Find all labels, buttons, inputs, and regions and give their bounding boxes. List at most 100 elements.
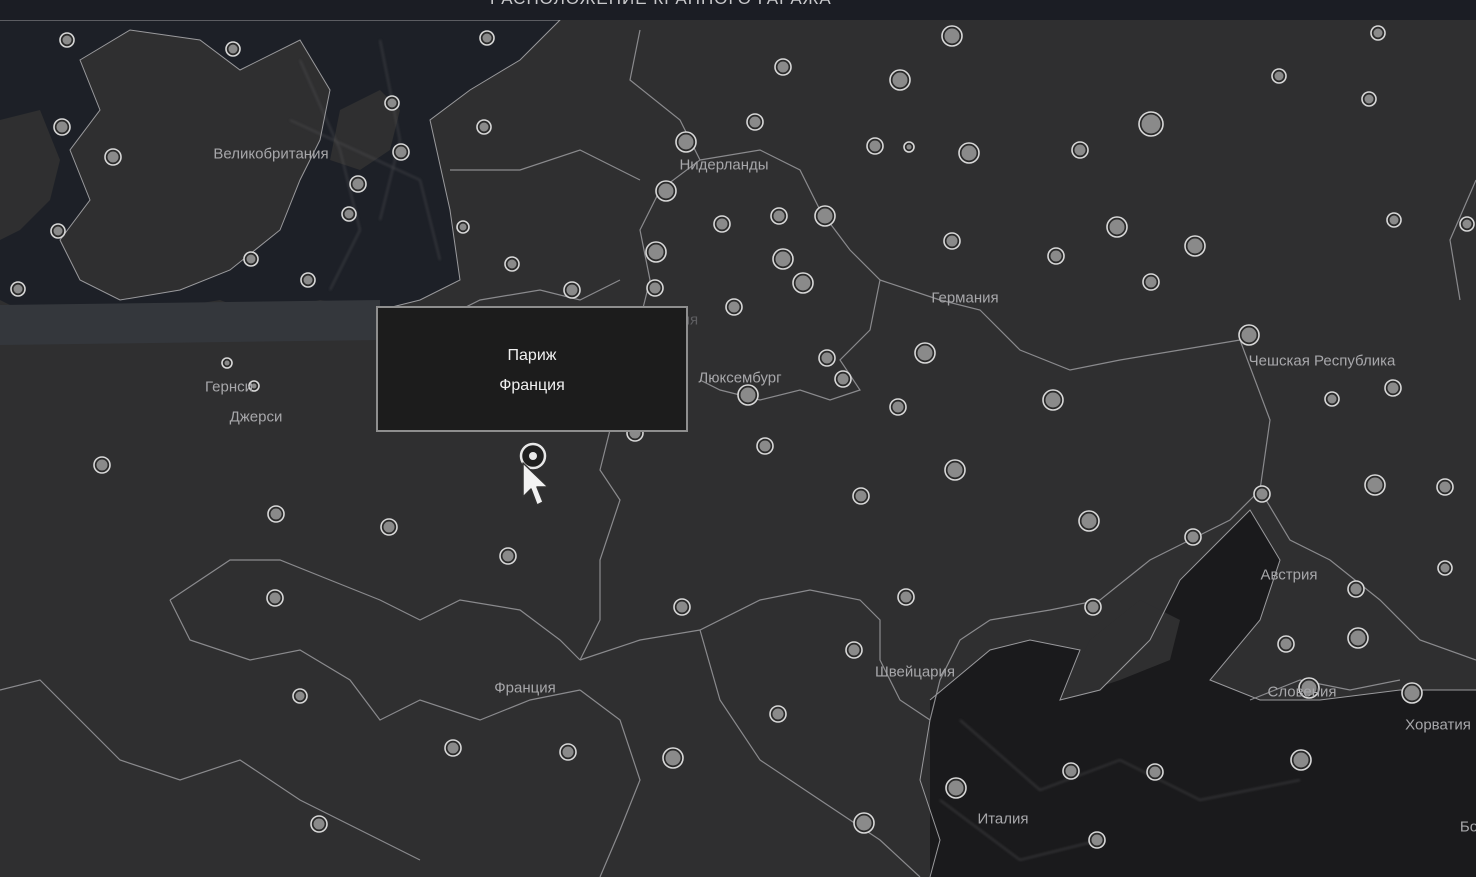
location-marker-icon[interactable]: [814, 205, 836, 227]
location-marker-icon[interactable]: [1084, 598, 1102, 616]
location-marker-icon[interactable]: [1361, 91, 1377, 107]
location-marker-icon[interactable]: [914, 342, 936, 364]
location-marker-icon[interactable]: [944, 459, 966, 481]
location-marker-icon[interactable]: [1347, 580, 1365, 598]
location-marker-icon[interactable]: [1184, 528, 1202, 546]
location-marker-icon[interactable]: [845, 641, 863, 659]
location-marker-icon[interactable]: [1062, 762, 1080, 780]
location-marker-icon[interactable]: [292, 688, 308, 704]
location-marker-icon[interactable]: [834, 370, 852, 388]
location-marker-icon[interactable]: [673, 598, 691, 616]
location-marker-icon[interactable]: [1324, 391, 1340, 407]
location-marker-icon[interactable]: [266, 589, 284, 607]
location-marker-icon[interactable]: [852, 487, 870, 505]
tooltip-country: Франция: [499, 377, 565, 394]
location-marker-icon[interactable]: [945, 777, 967, 799]
top-header-bar: РАСПОЛОЖЕНИЕ КРАННОГО ГАРАЖА: [0, 0, 1476, 20]
location-marker-icon[interactable]: [1047, 247, 1065, 265]
location-marker-icon[interactable]: [300, 272, 316, 288]
location-marker-icon[interactable]: [770, 207, 788, 225]
location-marker-icon[interactable]: [1142, 273, 1160, 291]
location-marker-icon[interactable]: [50, 223, 66, 239]
location-marker-icon[interactable]: [349, 175, 367, 193]
location-marker-icon[interactable]: [662, 747, 684, 769]
location-marker-icon[interactable]: [104, 148, 122, 166]
location-marker-icon[interactable]: [1238, 324, 1260, 346]
location-marker-icon[interactable]: [889, 398, 907, 416]
location-marker-icon[interactable]: [1271, 68, 1287, 84]
location-marker-icon[interactable]: [756, 437, 774, 455]
location-marker-icon[interactable]: [341, 206, 357, 222]
location-marker-icon[interactable]: [1298, 677, 1320, 699]
location-marker-icon[interactable]: [818, 349, 836, 367]
location-marker-icon[interactable]: [504, 256, 520, 272]
location-marker-icon[interactable]: [248, 380, 260, 392]
location-marker-icon[interactable]: [384, 95, 400, 111]
location-marker-icon[interactable]: [772, 248, 794, 270]
location-marker-icon[interactable]: [1184, 235, 1206, 257]
location-marker-icon[interactable]: [1436, 478, 1454, 496]
location-marker-icon[interactable]: [725, 298, 743, 316]
location-marker-icon[interactable]: [1459, 216, 1475, 232]
tooltip-city: Париж: [507, 347, 557, 364]
location-marker-icon[interactable]: [563, 281, 581, 299]
location-marker-icon[interactable]: [941, 25, 963, 47]
location-marker-icon[interactable]: [1078, 510, 1100, 532]
location-marker-icon[interactable]: [675, 131, 697, 153]
location-marker-icon[interactable]: [1138, 111, 1164, 137]
location-marker-icon[interactable]: [1106, 216, 1128, 238]
location-marker-icon[interactable]: [1384, 379, 1402, 397]
location-marker-icon[interactable]: [746, 113, 764, 131]
location-marker-icon[interactable]: [1277, 635, 1295, 653]
location-marker-icon[interactable]: [310, 815, 328, 833]
location-marker-icon[interactable]: [380, 518, 398, 536]
location-marker-icon[interactable]: [1437, 560, 1453, 576]
location-marker-icon[interactable]: [889, 69, 911, 91]
location-marker-icon[interactable]: [1088, 831, 1106, 849]
location-marker-icon[interactable]: [853, 812, 875, 834]
location-marker-icon[interactable]: [243, 251, 259, 267]
location-marker-icon[interactable]: [444, 739, 462, 757]
map-canvas[interactable]: [0, 0, 1476, 877]
location-marker-icon[interactable]: [479, 30, 495, 46]
channel-strip: [0, 300, 380, 345]
location-marker-icon[interactable]: [1290, 749, 1312, 771]
location-marker-icon[interactable]: [456, 220, 470, 234]
location-marker-icon[interactable]: [10, 281, 26, 297]
location-marker-icon[interactable]: [1071, 141, 1089, 159]
location-marker-icon[interactable]: [559, 743, 577, 761]
location-marker-icon[interactable]: [943, 232, 961, 250]
location-marker-icon[interactable]: [903, 141, 915, 153]
location-marker-icon[interactable]: [1386, 212, 1402, 228]
location-marker-icon[interactable]: [1042, 389, 1064, 411]
location-marker-icon[interactable]: [769, 705, 787, 723]
location-marker-icon[interactable]: [476, 119, 492, 135]
location-marker-icon[interactable]: [1401, 682, 1423, 704]
location-marker-icon[interactable]: [897, 588, 915, 606]
location-marker-icon[interactable]: [774, 58, 792, 76]
location-marker-icon[interactable]: [1364, 474, 1386, 496]
location-marker-icon[interactable]: [225, 41, 241, 57]
location-marker-icon[interactable]: [1146, 763, 1164, 781]
location-tooltip: Париж Франция: [376, 306, 688, 432]
location-marker-icon[interactable]: [53, 118, 71, 136]
location-marker-icon[interactable]: [267, 505, 285, 523]
location-marker-icon[interactable]: [866, 137, 884, 155]
location-marker-icon[interactable]: [792, 272, 814, 294]
location-marker-icon[interactable]: [737, 384, 759, 406]
location-marker-icon[interactable]: [1253, 485, 1271, 503]
location-marker-icon[interactable]: [645, 241, 667, 263]
location-marker-icon[interactable]: [958, 142, 980, 164]
location-marker-icon[interactable]: [221, 357, 233, 369]
location-marker-icon[interactable]: [499, 547, 517, 565]
location-marker-icon[interactable]: [655, 180, 677, 202]
location-marker-icon[interactable]: [59, 32, 75, 48]
location-marker-icon[interactable]: [646, 279, 664, 297]
pointer-cursor-icon: [522, 462, 549, 506]
location-marker-icon[interactable]: [1347, 627, 1369, 649]
location-marker-icon[interactable]: [93, 456, 111, 474]
location-marker-icon[interactable]: [1370, 25, 1386, 41]
header-title: РАСПОЛОЖЕНИЕ КРАННОГО ГАРАЖА: [490, 0, 832, 9]
location-marker-icon[interactable]: [392, 143, 410, 161]
location-marker-icon[interactable]: [713, 215, 731, 233]
